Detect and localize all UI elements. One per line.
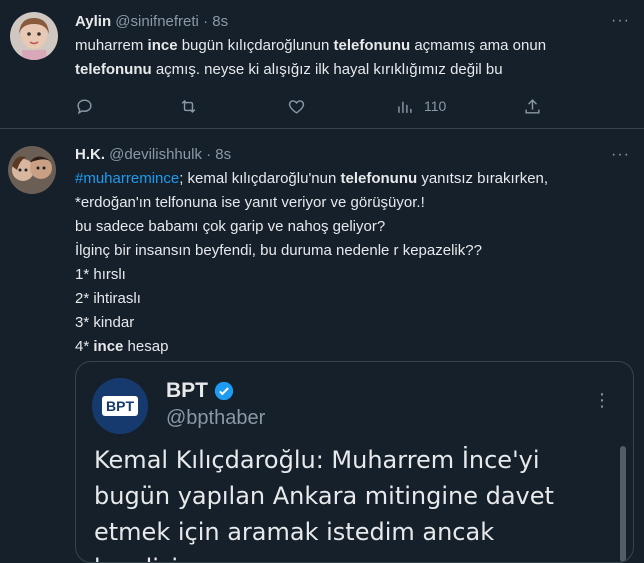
tweet-text-line-1: muharrem ince bugün kılıçdaroğlunun tele… [75,34,630,58]
tweet-text-line-4: İlginç bir insansın beyfendi, bu duruma … [75,242,482,259]
tweet[interactable]: Aylin @sinifnefreti · 8s muharrem ince b… [0,0,644,129]
tweet-text-line-6: 2* ihtiraslı [75,290,141,307]
tweet-text-line-2: *erdoğan'ın telfonuna ise yanıt veriyor … [75,194,425,211]
separator-dot: · [206,146,212,163]
separator-dot: · [203,13,209,30]
reply-button[interactable] [75,94,94,118]
display-name[interactable]: BPT [166,379,208,403]
text-segment: bugün kılıçdaroğlunun [177,37,334,54]
avatar[interactable]: BPT [92,378,148,434]
text-segment: 4* [75,338,94,355]
share-button[interactable] [523,94,542,118]
avatar[interactable] [8,146,56,194]
text-segment-bold: telefonunu [340,170,418,187]
quoted-text-line-3: etmek için aramak istedim ancak kendisin… [94,518,495,562]
tweet-text: #muharremince; kemal kılıçdaroğlu'nun te… [75,167,630,359]
timestamp[interactable]: 8s [212,13,228,30]
tweet-actions: 110 [75,94,555,118]
bpt-logo-icon: BPT [92,378,148,434]
tweet-text: muharrem ince bugün kılıçdaroğlunun tele… [75,34,630,82]
quoted-text-line-1: Kemal Kılıçdaroğlu: Muharrem İnce'yi [94,446,540,474]
display-name[interactable]: H.K. [75,146,105,163]
timestamp[interactable]: 8s [215,146,231,163]
tweet-text-line-1: #muharremince; kemal kılıçdaroğlu'nun te… [75,167,630,191]
quoted-tweet-text: Kemal Kılıçdaroğlu: Muharrem İnce'yi bug… [94,442,615,562]
tweet-text-line-2: telefonunu açmış. neyse ki alışığız ilk … [75,58,630,82]
views-count: 110 [424,98,447,114]
retweet-icon [181,99,196,113]
reply-icon [77,98,92,114]
more-options-icon[interactable]: ··· [611,12,630,30]
share-icon [525,98,540,114]
more-options-icon[interactable]: ⋮ [593,390,611,411]
quoted-text-line-2: bugün yapılan Ankara mitingine davet [94,482,554,510]
hashtag-link[interactable]: #muharremince [75,170,179,187]
text-segment: hesap [123,338,169,355]
like-button[interactable] [287,94,306,118]
quoted-tweet[interactable]: BPT BPT @bpthaber ⋮ Kemal Kılıçdaroğlu: … [75,361,634,563]
views-button[interactable]: 110 [395,94,446,118]
text-segment: açmış. neyse ki alışığız ilk hayal kırık… [151,61,503,78]
svg-text:BPT: BPT [106,398,134,414]
text-segment-bold: telefonunu [333,37,411,54]
tweet-text-line-5: 1* hırslı [75,266,126,283]
text-segment: yanıtsız bırakırken, [417,170,549,187]
display-name[interactable]: Aylin [75,13,111,30]
text-segment-bold: ince [93,338,124,355]
like-icon [288,99,305,114]
text-segment: açmamış ama onun [410,37,547,54]
text-segment-bold: ince [147,37,178,54]
text-segment: ; kemal kılıçdaroğlu'nun [179,170,341,187]
verified-badge-icon [214,381,234,401]
text-segment-bold: telefonunu [75,61,152,78]
views-icon [398,101,412,113]
tweet-text-line-8: 4* ince hesap [75,335,630,359]
text-segment: muharrem [75,37,148,54]
user-handle[interactable]: @sinifnefreti [115,13,199,30]
user-handle[interactable]: @bpthaber [166,407,265,430]
tweet-text-line-3: bu sadece babamı çok garip ve nahoş geli… [75,218,386,235]
retweet-button[interactable] [179,94,198,118]
scrollbar[interactable] [620,446,626,562]
more-options-icon[interactable]: ··· [611,146,630,164]
tweet-text-line-7: 3* kindar [75,314,135,331]
user-handle[interactable]: @devilishhulk [109,146,202,163]
avatar[interactable] [10,12,58,60]
